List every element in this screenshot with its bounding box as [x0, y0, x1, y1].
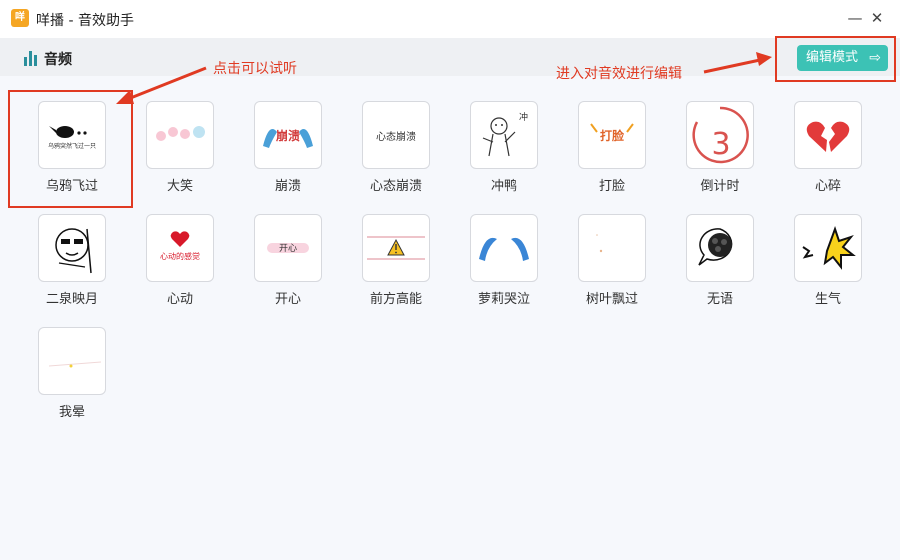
- sound-label: 打脸: [598, 179, 625, 194]
- sound-tile-countdown[interactable]: 3 倒计时: [686, 101, 754, 194]
- sound-label: 冲鸭: [490, 179, 517, 194]
- sound-tile-mental-collapse[interactable]: 心态崩溃 心态崩溃: [362, 101, 430, 194]
- sound-label: 崩溃: [274, 179, 301, 194]
- section-title: 音频: [44, 52, 72, 68]
- sound-label: 大笑: [166, 179, 193, 194]
- loli-crying-thumbnail: [470, 214, 538, 282]
- mental-collapse-thumbnail: 心态崩溃: [362, 101, 430, 169]
- angry-thumbnail: [794, 214, 862, 282]
- sound-tile-breakdown[interactable]: 崩溃 崩溃: [254, 101, 322, 194]
- sound-label: 倒计时: [700, 179, 740, 194]
- sound-tile-leaf[interactable]: 树叶飘过: [578, 214, 646, 307]
- sound-label: 心态崩溃: [369, 179, 422, 194]
- section-header: 音频: [0, 38, 900, 76]
- speechless-thumbnail: [686, 214, 754, 282]
- sound-tile-high-energy[interactable]: 前方高能: [362, 214, 430, 307]
- sound-tile-loli-crying[interactable]: 萝莉哭泣: [470, 214, 538, 307]
- sound-label: 树叶飘过: [585, 292, 638, 307]
- face-slap-thumb-text: 打脸: [600, 128, 625, 143]
- sound-label: 我晕: [58, 405, 85, 420]
- sound-label: 生气: [814, 292, 841, 307]
- sound-tile-rush[interactable]: 冲 冲鸭: [470, 101, 538, 194]
- annotation-click-to-listen: 点击可以试听: [213, 61, 297, 77]
- audio-bars-icon: [24, 50, 38, 66]
- title-bar: 咩 咩播 - 音效助手 — ✕: [0, 0, 900, 38]
- sound-label: 无语: [706, 292, 733, 307]
- annotation-highlight-tile: [8, 90, 133, 208]
- app-logo-icon: 咩: [11, 9, 29, 27]
- sound-tile-erquan[interactable]: 二泉映月: [38, 214, 106, 307]
- close-button[interactable]: ✕: [867, 8, 887, 28]
- breakdown-thumb-text: 崩溃: [276, 128, 300, 143]
- dizzy-thumbnail: [38, 327, 106, 395]
- countdown-thumb-text: 3: [711, 127, 730, 162]
- laugh-thumbnail: [146, 101, 214, 169]
- window-title: 咩播 - 音效助手: [36, 13, 134, 29]
- leaf-thumbnail: [578, 214, 646, 282]
- high-energy-thumbnail: [362, 214, 430, 282]
- happy-thumb-text: 开心: [279, 243, 297, 254]
- rush-thumb-text: 冲: [519, 111, 528, 123]
- heartbeat-thumbnail: 心动的感觉: [146, 214, 214, 282]
- sound-tile-laugh[interactable]: 大笑: [146, 101, 214, 194]
- minimize-button[interactable]: —: [845, 8, 865, 28]
- sound-grid: [0, 76, 900, 560]
- sound-tile-dizzy[interactable]: 我晕: [38, 327, 106, 420]
- heartbeat-thumb-text: 心动的感觉: [160, 251, 200, 261]
- sound-tile-heartbreak[interactable]: 心碎: [794, 101, 862, 194]
- happy-thumbnail: 开心: [254, 214, 322, 282]
- rush-thumbnail: 冲: [470, 101, 538, 169]
- annotation-highlight-edit: [775, 36, 896, 82]
- sound-label: 开心: [274, 292, 301, 307]
- mental-collapse-thumb-text: 心态崩溃: [376, 130, 416, 143]
- sound-tile-speechless[interactable]: 无语: [686, 214, 754, 307]
- breakdown-thumbnail: 崩溃: [254, 101, 322, 169]
- sound-tile-angry[interactable]: 生气: [794, 214, 862, 307]
- annotation-enter-edit: 进入对音效进行编辑: [556, 66, 682, 82]
- face-slap-thumbnail: 打脸: [578, 101, 646, 169]
- heartbreak-thumbnail: [794, 101, 862, 169]
- sound-tile-happy[interactable]: 开心 开心: [254, 214, 322, 307]
- sound-label: 萝莉哭泣: [477, 292, 530, 307]
- erquan-thumbnail: [38, 214, 106, 282]
- sound-tile-face-slap[interactable]: 打脸 打脸: [578, 101, 646, 194]
- sound-label: 前方高能: [369, 292, 422, 307]
- countdown-thumbnail: 3: [686, 101, 754, 169]
- sound-tile-heartbeat[interactable]: 心动的感觉 心动: [146, 214, 214, 307]
- sound-label: 心动: [166, 292, 193, 307]
- sound-label: 二泉映月: [45, 292, 98, 307]
- sound-label: 心碎: [814, 179, 841, 194]
